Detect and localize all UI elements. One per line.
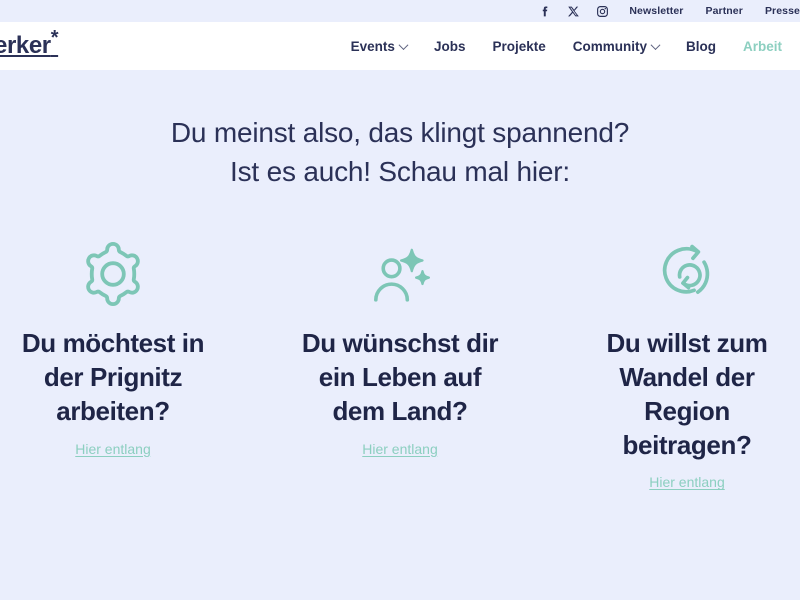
card-link[interactable]: Hier entlang [75,441,151,457]
chevron-down-icon [650,39,661,50]
person-sparkle-icon [362,237,438,311]
instagram-icon[interactable] [596,5,609,18]
card-title: Du wünschst dir ein Leben auf dem Land? [295,327,505,428]
card-grid: Du möchtest in der Prignitz arbeiten? Hi… [0,237,800,490]
nav-item-events[interactable]: Events [350,38,409,54]
chevron-down-icon [398,39,409,50]
nav-item-jobs-label: Jobs [433,38,466,54]
card-link[interactable]: Hier entlang [362,441,438,457]
card-arbeiten[interactable]: Du möchtest in der Prignitz arbeiten? Hi… [8,237,218,490]
card-title: Du willst zum Wandel der Region beitrage… [582,327,792,462]
nav-item-community[interactable]: Community [572,38,661,54]
site-logo-star: * [50,27,59,49]
page-title: Du meinst also, das klingt spannend? Ist… [0,114,800,191]
refresh-cycle-icon [649,237,725,311]
card-leben-auf-dem-land[interactable]: Du wünschst dir ein Leben auf dem Land? … [295,237,505,490]
nav-item-events-label: Events [350,38,395,54]
facebook-icon[interactable] [538,5,551,18]
card-title: Du möchtest in der Prignitz arbeiten? [8,327,218,428]
nav-item-blog[interactable]: Blog [686,39,716,54]
nav-item-jobs[interactable]: Jobs [434,39,466,54]
hero-section: Du meinst also, das klingt spannend? Ist… [0,70,800,491]
card-title-line-2: Wandel der [619,362,755,393]
main-navigation: Events Jobs Projekte Community Blog Arbe… [351,39,782,54]
nav-item-arbeit[interactable]: Arbeit [743,39,782,54]
card-title-line-4: beitragen? [622,429,752,460]
gear-icon [75,237,151,311]
card-title-line-3: dem Land? [332,395,468,426]
card-wandel-der-region[interactable]: Du willst zum Wandel der Region beitrage… [582,237,792,490]
site-header: erker* Events Jobs Projekte Community Bl… [0,22,800,70]
card-title-line-3: Region [644,395,730,426]
nav-item-blog-label: Blog [685,38,716,54]
nav-item-arbeit-label: Arbeit [742,38,782,54]
card-title-line-1: Du willst zum [606,328,768,359]
social-links [538,5,609,18]
nav-item-projekte-label: Projekte [492,38,546,54]
card-title-line-2: der Prignitz [43,362,183,393]
x-twitter-icon[interactable] [567,5,580,18]
card-title-line-2: ein Leben auf [318,362,482,393]
card-title-line-1: Du wünschst dir [301,328,499,359]
nav-item-community-label: Community [572,38,647,54]
page-title-line-1: Du meinst also, das klingt spannend? [170,117,630,148]
page-title-line-2: Ist es auch! Schau mal hier: [230,155,570,187]
nav-item-projekte[interactable]: Projekte [492,39,545,54]
site-logo-text: erker [0,32,51,59]
site-logo[interactable]: erker* [0,28,59,59]
utility-link-presse[interactable]: Presse [765,5,800,17]
utility-links: Newsletter Partner Presse [629,5,800,17]
utility-link-partner[interactable]: Partner [705,5,742,17]
card-title-line-1: Du möchtest in [21,328,205,359]
utility-link-newsletter[interactable]: Newsletter [629,5,683,17]
card-link[interactable]: Hier entlang [649,474,725,490]
card-title-line-3: arbeiten? [56,395,170,426]
utility-bar: Newsletter Partner Presse [0,0,800,22]
